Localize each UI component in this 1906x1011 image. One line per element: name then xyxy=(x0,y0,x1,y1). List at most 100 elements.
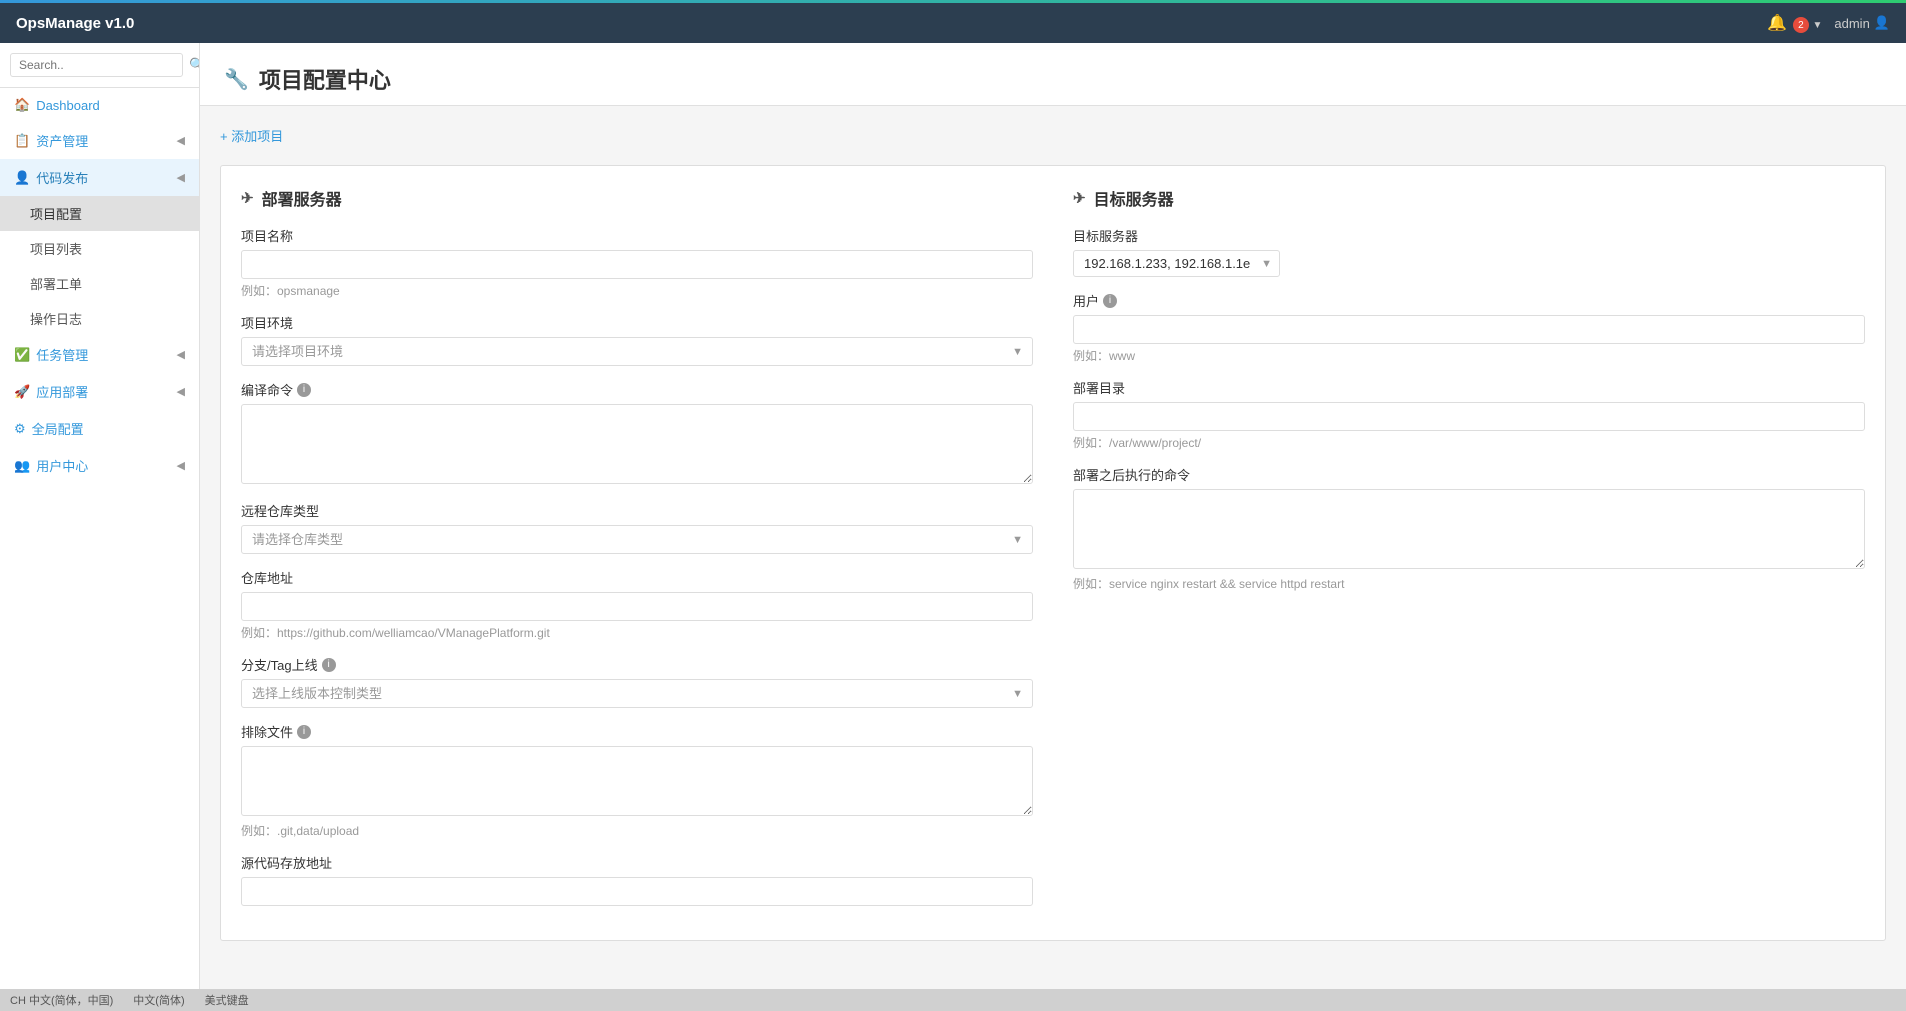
code-storage-input[interactable] xyxy=(241,877,1033,906)
project-env-select-wrap: 请选择项目环境 ▼ xyxy=(241,337,1033,366)
target-server-select[interactable]: 192.168.1.233, 192.168.1.1e xyxy=(1073,250,1280,277)
task-icon: ✅ xyxy=(14,347,30,363)
user-input[interactable] xyxy=(1073,315,1865,344)
sidebar-item-global-config[interactable]: ⚙ 全局配置 xyxy=(0,410,199,447)
deploy-section-icon: ✈ xyxy=(241,189,254,207)
branch-tag-group: 分支/Tag上线 i 选择上线版本控制类型 ▼ xyxy=(241,655,1033,708)
username-label: admin xyxy=(1834,16,1869,31)
user-label: 用户 i xyxy=(1073,291,1865,310)
add-project-button[interactable]: + 添加项目 xyxy=(220,122,283,149)
dropdown-arrow-icon: ▼ xyxy=(1812,20,1822,31)
post-deploy-cmd-group: 部署之后执行的命令 例如：service nginx restart && se… xyxy=(1073,465,1865,592)
chevron-left-icon: ◀ xyxy=(177,134,185,147)
target-server-select-wrap: 192.168.1.233, 192.168.1.1e ▼ xyxy=(1073,250,1280,277)
deploy-dir-label: 部署目录 xyxy=(1073,378,1865,397)
deploy-section-title: ✈ 部署服务器 xyxy=(241,186,1033,210)
sidebar-item-user-center[interactable]: 👥 用户中心 ◀ xyxy=(0,447,199,484)
project-env-label: 项目环境 xyxy=(241,313,1033,332)
post-deploy-cmd-textarea[interactable] xyxy=(1073,489,1865,569)
chevron-left-icon: ◀ xyxy=(177,385,185,398)
post-deploy-cmd-label: 部署之后执行的命令 xyxy=(1073,465,1865,484)
search-button[interactable]: 🔍 xyxy=(189,57,200,73)
wrench-icon: 🔧 xyxy=(224,67,249,92)
deploy-dir-group: 部署目录 例如：/var/www/project/ xyxy=(1073,378,1865,451)
content-area: + 添加项目 ✈ 部署服务器 项目名称 例如：opsmanage xyxy=(200,106,1906,957)
sidebar-item-asset[interactable]: 📋 资产管理 ◀ xyxy=(0,122,199,159)
target-server-label: 目标服务器 xyxy=(1073,226,1865,245)
sidebar-search-area: 🔍 xyxy=(0,43,199,88)
statusbar-keyboard-label: 美式键盘 xyxy=(205,992,249,1008)
exclude-files-info-icon: i xyxy=(297,725,311,739)
exclude-files-group: 排除文件 i 例如：.git,data/upload xyxy=(241,722,1033,839)
user-menu[interactable]: admin 👤 xyxy=(1834,15,1890,31)
target-server-group: 目标服务器 192.168.1.233, 192.168.1.1e ▼ xyxy=(1073,226,1865,277)
sidebar-item-deploy[interactable]: 👤 代码发布 ◀ xyxy=(0,159,199,196)
repo-url-group: 仓库地址 例如：https://github.com/welliamcao/VM… xyxy=(241,568,1033,641)
statusbar: CH 中文(简体，中国) 中文(简体) 美式键盘 xyxy=(0,989,1906,1011)
sidebar-item-dashboard[interactable]: 🏠 Dashboard xyxy=(0,88,199,122)
project-name-label: 项目名称 xyxy=(241,226,1033,245)
post-deploy-cmd-hint: 例如：service nginx restart && service http… xyxy=(1073,575,1865,592)
user-info-icon: i xyxy=(1103,294,1117,308)
app-deploy-icon: 🚀 xyxy=(14,384,30,400)
page-title: 项目配置中心 xyxy=(259,63,391,95)
chevron-left-icon: ◀ xyxy=(177,459,185,472)
sidebar-item-label: Dashboard xyxy=(36,98,100,113)
sidebar-menu: 🏠 Dashboard 📋 资产管理 ◀ 👤 代码发布 ◀ 项目配置 项目列表 xyxy=(0,88,199,989)
code-storage-label: 源代码存放地址 xyxy=(241,853,1033,872)
sidebar-item-task[interactable]: ✅ 任务管理 ◀ xyxy=(0,336,199,373)
compile-cmd-textarea[interactable] xyxy=(241,404,1033,484)
sidebar-item-label: 用户中心 xyxy=(36,456,88,475)
project-name-group: 项目名称 例如：opsmanage xyxy=(241,226,1033,299)
statusbar-lang1: CH 中文(简体，中国) xyxy=(10,992,113,1008)
sidebar-sub-item-project-config[interactable]: 项目配置 xyxy=(0,196,199,231)
project-name-input[interactable] xyxy=(241,250,1033,279)
search-input[interactable] xyxy=(10,53,183,77)
sidebar-item-label: 应用部署 xyxy=(36,382,88,401)
sidebar-item-app-deploy[interactable]: 🚀 应用部署 ◀ xyxy=(0,373,199,410)
sidebar-sub-item-project-list[interactable]: 项目列表 xyxy=(0,231,199,266)
statusbar-lang2: 中文(简体) xyxy=(133,992,184,1008)
sidebar-item-label: 资产管理 xyxy=(36,131,88,150)
deploy-dir-hint: 例如：/var/www/project/ xyxy=(1073,434,1865,451)
repo-type-select-wrap: 请选择仓库类型 ▼ xyxy=(241,525,1033,554)
form-container: ✈ 部署服务器 项目名称 例如：opsmanage 项目 xyxy=(220,165,1886,941)
sidebar-sub-item-deploy-task[interactable]: 部署工单 xyxy=(0,266,199,301)
exclude-files-textarea[interactable] xyxy=(241,746,1033,816)
exclude-files-label: 排除文件 i xyxy=(241,722,1033,741)
repo-type-group: 远程仓库类型 请选择仓库类型 ▼ xyxy=(241,501,1033,554)
deploy-dir-input[interactable] xyxy=(1073,402,1865,431)
repo-type-select[interactable]: 请选择仓库类型 xyxy=(241,525,1033,554)
statusbar-lang2-label: 中文(简体) xyxy=(133,992,184,1008)
bell-icon: 🔔 xyxy=(1767,15,1787,32)
sub-item-label: 部署工单 xyxy=(30,274,82,293)
branch-tag-select[interactable]: 选择上线版本控制类型 xyxy=(241,679,1033,708)
layout: 🔍 🏠 Dashboard 📋 资产管理 ◀ 👤 代码发布 ◀ 项目配置 xyxy=(0,43,1906,989)
sidebar: 🔍 🏠 Dashboard 📋 资产管理 ◀ 👤 代码发布 ◀ 项目配置 xyxy=(0,43,200,989)
sidebar-sub-item-operation-log[interactable]: 操作日志 xyxy=(0,301,199,336)
notification-bell[interactable]: 🔔 2 ▼ xyxy=(1767,13,1822,34)
branch-tag-label: 分支/Tag上线 i xyxy=(241,655,1033,674)
navbar-right: 🔔 2 ▼ admin 👤 xyxy=(1767,13,1890,34)
app-brand: OpsManage v1.0 xyxy=(16,15,134,32)
navbar: OpsManage v1.0 🔔 2 ▼ admin 👤 xyxy=(0,3,1906,43)
page-header: 🔧 项目配置中心 xyxy=(200,43,1906,106)
sidebar-item-label: 任务管理 xyxy=(36,345,88,364)
user-center-icon: 👥 xyxy=(14,458,30,474)
user-group: 用户 i 例如：www xyxy=(1073,291,1865,364)
statusbar-lang1-label: CH 中文(简体，中国) xyxy=(10,992,113,1008)
repo-url-label: 仓库地址 xyxy=(241,568,1033,587)
repo-type-label: 远程仓库类型 xyxy=(241,501,1033,520)
user-hint: 例如：www xyxy=(1073,347,1865,364)
statusbar-keyboard: 美式键盘 xyxy=(205,992,249,1008)
global-config-icon: ⚙ xyxy=(14,421,26,437)
project-env-select[interactable]: 请选择项目环境 xyxy=(241,337,1033,366)
compile-cmd-label: 编译命令 i xyxy=(241,380,1033,399)
sub-item-label: 操作日志 xyxy=(30,309,82,328)
repo-url-input[interactable] xyxy=(241,592,1033,621)
sidebar-item-label: 代码发布 xyxy=(36,168,88,187)
deploy-icon: 👤 xyxy=(14,170,30,186)
bell-badge: 2 xyxy=(1793,17,1809,33)
sidebar-item-label: 全局配置 xyxy=(32,419,84,438)
exclude-files-hint: 例如：.git,data/upload xyxy=(241,822,1033,839)
